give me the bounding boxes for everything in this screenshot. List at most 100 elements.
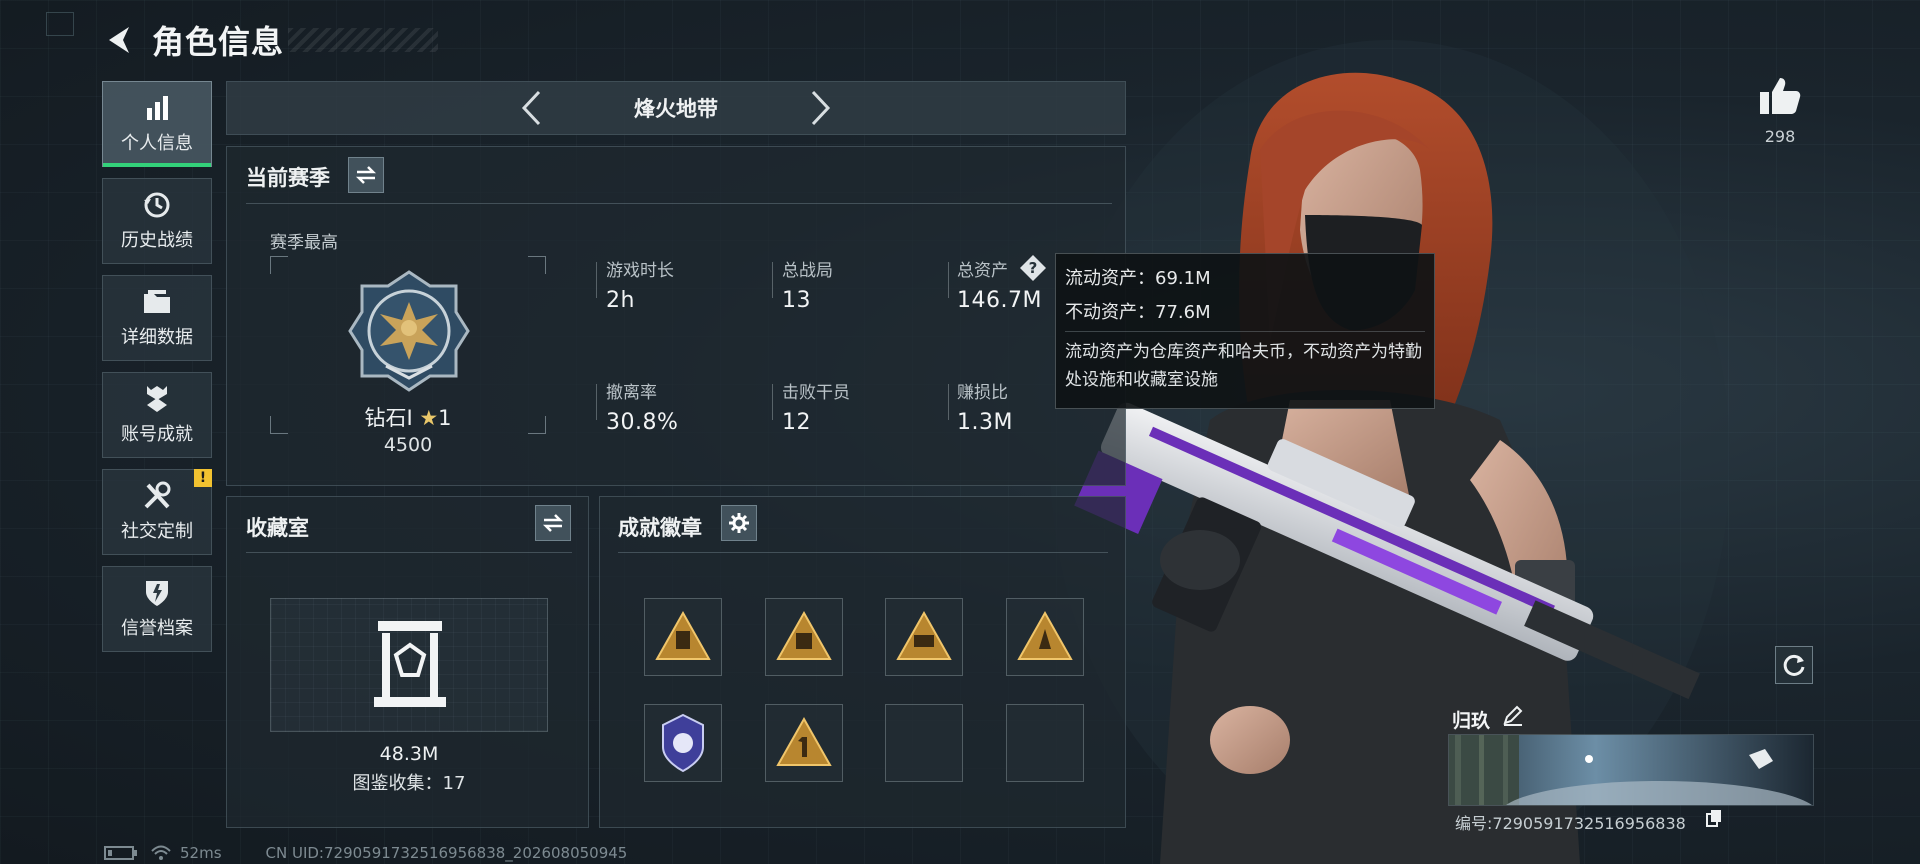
collection-switch-button[interactable] (535, 505, 571, 541)
gold-triangle-badge-icon (655, 610, 711, 660)
achievement-badge[interactable] (1006, 598, 1084, 676)
sidebar-item-history[interactable]: 历史战绩 (102, 178, 212, 264)
frame-corner (270, 256, 288, 274)
vault-icon (374, 621, 446, 707)
achievement-badge[interactable] (644, 598, 722, 676)
season-divider (246, 203, 1112, 204)
mode-prev-button[interactable] (511, 88, 551, 128)
sidebar-item-detailed-data[interactable]: 详细数据 (102, 275, 212, 361)
refresh-button[interactable] (1775, 646, 1813, 684)
profile-banner[interactable] (1448, 734, 1814, 806)
tooltip-description: 流动资产为仓库资产和哈夫币，不动资产为特勤处设施和收藏室设施 (1065, 342, 1422, 390)
chevron-left-icon (521, 90, 541, 126)
stat-label: 总战局 (782, 261, 833, 281)
help-icon[interactable]: ? (1019, 254, 1047, 282)
swap-icon (355, 166, 377, 184)
mode-selector: 烽火地带 (226, 81, 1126, 135)
collection-title: 收藏室 (246, 516, 309, 540)
player-id: 编号:7290591732516956838 (1455, 814, 1686, 833)
achievement-badge[interactable] (765, 704, 843, 782)
stat-separator (596, 384, 597, 420)
history-clock-icon (142, 190, 172, 220)
tools-icon (142, 481, 172, 511)
sidebar-item-label: 信誉档案 (121, 618, 193, 639)
thumbs-up-icon (1760, 78, 1801, 114)
tooltip-fixed-assets: 不动资产：77.6M (1065, 302, 1211, 323)
stat-value: 12 (782, 410, 811, 435)
achievements-settings-button[interactable] (721, 505, 757, 541)
collection-divider (246, 552, 572, 553)
like-count: 298 (1764, 127, 1796, 146)
collection-preview[interactable] (270, 598, 548, 732)
gold-triangle-badge-icon (1017, 610, 1073, 660)
gear-icon (729, 513, 749, 533)
sidebar-item-reputation[interactable]: 信誉档案 (102, 566, 212, 652)
rank-score: 4500 (383, 434, 433, 456)
stat-separator (772, 384, 773, 420)
stat-value: 2h (606, 288, 635, 313)
header: 角色信息 (100, 16, 439, 64)
mode-title: 烽火地带 (634, 97, 718, 121)
sidebar-item-label: 账号成就 (121, 424, 193, 445)
frame-corner (528, 256, 546, 274)
stat-label: 赚损比 (957, 383, 1008, 403)
mode-next-button[interactable] (801, 88, 841, 128)
battery-icon (104, 846, 137, 860)
copy-icon[interactable] (1705, 809, 1723, 827)
svg-text:?: ? (1029, 259, 1038, 277)
sidebar-item-social-custom[interactable]: ! 社交定制 (102, 469, 212, 555)
space-banner-image (1449, 735, 1813, 805)
achievement-badge[interactable] (644, 704, 722, 782)
refresh-icon (1783, 654, 1805, 676)
achievement-slot-empty[interactable] (885, 704, 963, 782)
achievement-badge[interactable] (885, 598, 963, 676)
stat-label: 游戏时长 (606, 261, 674, 281)
like-button[interactable] (1758, 76, 1802, 120)
stat-label: 总资产 (957, 261, 1008, 281)
sidebar-item-label: 个人信息 (121, 133, 193, 154)
sidebar-item-achievements[interactable]: 账号成就 (102, 372, 212, 458)
purple-shield-badge-icon (662, 713, 704, 773)
sidebar-item-personal-info[interactable]: 个人信息 (102, 81, 212, 167)
stat-value: 146.7M (957, 288, 1042, 313)
swap-icon (542, 514, 564, 532)
collection-count: 图鉴收集：17 (352, 773, 466, 794)
achievement-slot-empty[interactable] (1006, 704, 1084, 782)
stat-separator (596, 262, 597, 298)
stat-label: 撤离率 (606, 383, 657, 403)
bar-chart-icon (143, 93, 171, 123)
edit-name-icon[interactable] (1502, 704, 1526, 728)
back-button[interactable] (100, 20, 140, 60)
stat-separator (948, 384, 949, 420)
star-icon: ★ (419, 406, 439, 430)
achievement-icon (143, 384, 171, 414)
season-best-label: 赛季最高 (270, 233, 338, 253)
player-name: 归玖 (1452, 710, 1491, 732)
chevron-right-icon (811, 90, 831, 126)
uid-text: CN UID:7290591732516956838_202608050945 (265, 844, 628, 862)
assets-tooltip: 流动资产：69.1M 不动资产：77.6M 流动资产为仓库资产和哈夫币，不动资产… (1055, 253, 1435, 409)
stat-label: 击败干员 (782, 383, 850, 403)
sidebar: 个人信息 历史战绩 详细数据 账号成就 ! 社交定制 信誉档案 (102, 81, 212, 663)
stat-separator (948, 262, 949, 298)
title-decoration (288, 28, 439, 52)
rank-row: 钻石Ⅰ ★1 (270, 402, 546, 432)
stat-value: 30.8% (606, 410, 679, 435)
gold-triangle-badge-icon (896, 610, 952, 660)
stat-value: 13 (782, 288, 811, 313)
achievements-divider (618, 552, 1108, 553)
tooltip-liquid-assets: 流动资产：69.1M (1065, 268, 1211, 289)
page-title: 角色信息 (152, 23, 285, 61)
folder-icon (142, 287, 172, 317)
stat-separator (772, 262, 773, 298)
tooltip-divider (1065, 331, 1425, 332)
shield-icon (143, 578, 171, 608)
corner-decoration (46, 12, 74, 36)
alert-badge: ! (194, 469, 212, 487)
gold-triangle-badge-icon (776, 716, 832, 766)
sidebar-item-label: 社交定制 (121, 521, 193, 542)
season-switch-button[interactable] (348, 157, 384, 193)
achievement-badge[interactable] (765, 598, 843, 676)
gold-triangle-badge-icon (776, 610, 832, 660)
stat-value: 1.3M (957, 410, 1013, 435)
